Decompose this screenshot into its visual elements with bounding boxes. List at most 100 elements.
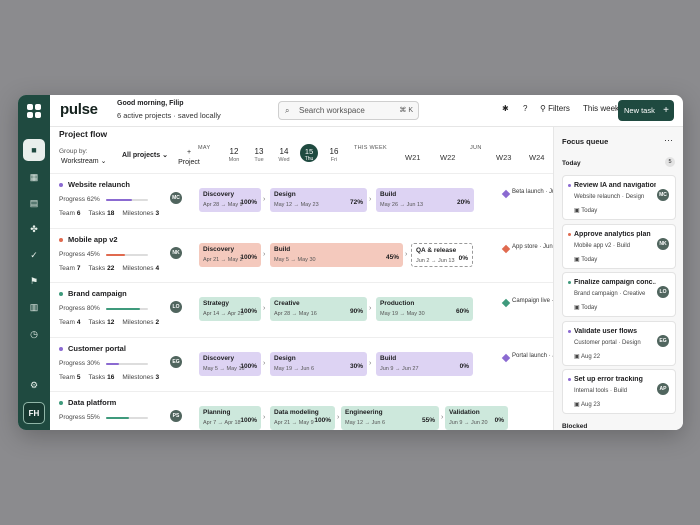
owner-avatar[interactable]: LO: [170, 301, 182, 313]
project-meta: Team 4 Tasks 12 Milestones 2: [59, 319, 167, 326]
user-avatar[interactable]: FH: [23, 402, 45, 424]
owner-avatar[interactable]: MC: [657, 189, 669, 201]
phase-bar[interactable]: Discovery May 5 → May 16 100%: [199, 351, 261, 376]
project-row[interactable]: Brand campaign Progress 80% Team 4 Tasks 12 Mi…: [50, 282, 553, 336]
progress-label: Progress 80%: [59, 305, 100, 312]
task-card[interactable]: Finalize campaign conc… Brand campaign · …: [562, 272, 676, 317]
phase-name: Build: [380, 191, 397, 198]
week-w24: W24: [529, 153, 545, 162]
phase-percent: 45%: [385, 253, 399, 261]
phase-bar[interactable]: Discovery Apr 28 → May 9 100%: [199, 188, 261, 212]
project-row[interactable]: Mobile app v2 Progress 45% Team 7 Tasks 22 Mil…: [50, 227, 553, 282]
project-name[interactable]: Website relaunch: [59, 180, 130, 189]
home-icon[interactable]: ■: [23, 139, 45, 161]
phase-bar[interactable]: Creative Apr 28 → May 16 90%: [270, 297, 367, 321]
owner-avatar[interactable]: NK: [170, 246, 182, 259]
filters-button[interactable]: ⚲ Filters: [540, 104, 570, 113]
search-shortcut: ⌘ K: [399, 107, 413, 114]
bug-icon[interactable]: ✤: [23, 218, 45, 240]
owner-avatar[interactable]: AP: [657, 383, 669, 395]
project-name[interactable]: Data platform: [59, 398, 116, 407]
new-task-button[interactable]: New task +: [618, 100, 674, 121]
owner-avatar[interactable]: LO: [657, 286, 669, 298]
owner-avatar[interactable]: EG: [657, 334, 669, 347]
meta-label: Team: [59, 319, 75, 326]
top-bar: pulse Good morning, Filip 6 active proje…: [50, 95, 683, 127]
project-name-label: Data platform: [68, 398, 117, 407]
add-project-button[interactable]: + Project: [178, 148, 200, 168]
list-icon[interactable]: ▤: [23, 192, 45, 214]
owner-avatar[interactable]: MC: [170, 192, 182, 204]
day[interactable]: 13 Tue: [250, 147, 268, 163]
phase-name: Discovery: [203, 245, 235, 253]
chevron-right-icon: ›: [369, 196, 372, 203]
phase-percent: 0%: [458, 254, 468, 262]
notifications-icon[interactable]: ✱: [502, 104, 509, 113]
meta-value: 2: [155, 319, 160, 326]
status-dot: [59, 237, 63, 242]
status-dot: [568, 329, 571, 333]
project-filter[interactable]: All projects ⌄: [122, 151, 168, 159]
phase-percent: 72%: [349, 199, 363, 206]
group-by-select[interactable]: Workstream ⌄: [61, 157, 106, 165]
owner-avatar[interactable]: EG: [170, 355, 182, 368]
settings-icon[interactable]: ⚙: [23, 374, 45, 396]
day-today[interactable]: 15 Thu: [300, 144, 318, 162]
check-icon[interactable]: ✓: [23, 244, 45, 266]
day[interactable]: 12 Mon: [225, 147, 243, 163]
day[interactable]: 16 Fri: [325, 147, 343, 163]
milestone-label: Campaign live · Jun 2: [512, 298, 553, 304]
day[interactable]: 14 Wed: [275, 147, 293, 163]
phase-bar[interactable]: Validation Jun 9 → Jun 20 0%: [445, 406, 508, 430]
help-button[interactable]: ?: [523, 104, 527, 113]
phase-bar[interactable]: Production May 19 → May 30 60%: [376, 297, 473, 321]
project-meta: Team 5 Tasks 16 Milestones 3: [59, 374, 167, 381]
project-name[interactable]: Mobile app v2: [59, 235, 118, 244]
task-date-label: Today: [581, 208, 598, 214]
task-card[interactable]: Set up error tracking Internal tools · Bu…: [562, 369, 676, 414]
project-name[interactable]: Brand campaign: [59, 289, 127, 298]
project-row[interactable]: Website relaunch Progress 62% Team 6 Tasks 18…: [50, 173, 553, 227]
progress-bar: [106, 199, 148, 201]
owner-avatar[interactable]: PS: [170, 410, 182, 422]
phase-bar[interactable]: Engineering May 12 → Jun 6 55%: [341, 406, 439, 430]
phase-bar[interactable]: Design May 12 → May 23 72%: [270, 188, 367, 212]
phase-bar[interactable]: Build May 5 → May 30 45%: [270, 242, 403, 267]
phase-bar[interactable]: Planning Apr 7 → Apr 18 100%: [199, 406, 261, 430]
project-row[interactable]: Data platform Progress 55% PS Planning Apr 7…: [50, 391, 553, 430]
progress-fill: [106, 362, 119, 365]
phase-bar[interactable]: Build May 26 → Jun 13 20%: [376, 188, 474, 212]
phase-bar[interactable]: QA & release Jun 2 → Jun 13 0%: [411, 242, 473, 267]
filters-label: Filters: [548, 104, 570, 113]
milestone[interactable]: Beta launch · Jun 16: [501, 188, 553, 199]
day-number: 13: [254, 147, 264, 156]
grid-icon[interactable]: ▦: [23, 166, 45, 188]
meta-label: Team: [59, 264, 75, 272]
range-select[interactable]: This week: [583, 104, 619, 113]
task-title: Review IA and navigation: [574, 182, 656, 189]
milestone[interactable]: Campaign live · Jun 2: [501, 297, 553, 308]
phase-bar[interactable]: Data modeling Apr 21 → May 9 100%: [270, 406, 335, 430]
project-name[interactable]: Customer portal: [59, 344, 126, 353]
task-card[interactable]: Validate user flows Customer portal · Des…: [562, 320, 676, 366]
project-row[interactable]: Customer portal Progress 30% Team 5 Tasks 16 M…: [50, 336, 553, 391]
milestone[interactable]: Portal launch · Jun 30: [501, 352, 553, 362]
task-card[interactable]: Review IA and navigation Website relaunch…: [562, 175, 676, 220]
phase-bar[interactable]: Discovery Apr 21 → May 2 100%: [199, 242, 261, 267]
table-icon[interactable]: ▥: [23, 296, 45, 318]
milestone[interactable]: App store · Jun 16: [501, 243, 553, 253]
more-icon[interactable]: ···: [664, 135, 673, 145]
page-title: Project flow: [59, 129, 108, 139]
meta-value: 4: [76, 319, 81, 326]
clock-icon[interactable]: ◷: [23, 323, 45, 345]
phase-bar[interactable]: Strategy Apr 14 → Apr 25 100%: [199, 297, 261, 321]
progress-label: Progress 55%: [59, 414, 100, 421]
owner-avatar[interactable]: NK: [657, 237, 669, 250]
flag-icon[interactable]: ⚑: [23, 270, 45, 292]
task-card[interactable]: Approve analytics plan Mobile app v2 · Bu…: [562, 223, 676, 269]
phase-bar[interactable]: Build Jun 9 → Jun 27 0%: [376, 351, 473, 376]
app-logo-icon[interactable]: [24, 101, 44, 121]
chevron-right-icon: ›: [263, 250, 266, 258]
phase-bar[interactable]: Design May 19 → Jun 6 30%: [270, 351, 367, 376]
search-input[interactable]: ⌕ Search workspace ⌘ K: [278, 101, 419, 120]
